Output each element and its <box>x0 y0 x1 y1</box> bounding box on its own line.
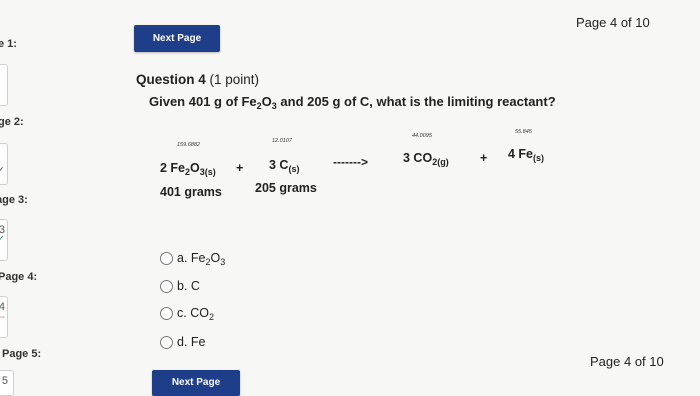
check-icon: ✓ <box>0 165 5 177</box>
molar-mass-fe2o3: 159.6882 <box>177 142 200 148</box>
reactant-fe2o3: 2 Fe2O3(s) <box>160 161 216 177</box>
molar-mass-co2: 44.0095 <box>412 133 432 139</box>
molar-mass-fe: 55.845 <box>515 129 532 135</box>
question-points: (1 point) <box>205 72 260 87</box>
next-page-button-bottom[interactable]: Next Page <box>152 370 240 396</box>
plus-sign-2: + <box>480 151 488 165</box>
sidebar-box-2[interactable]: ✓ <box>0 143 8 185</box>
question-sidebar: e 1: ge 2: ✓ age 3: 3 ✓ Page 4: 4 -- Pag… <box>0 0 58 396</box>
plus-sign-1: + <box>236 161 244 175</box>
option-c[interactable]: c. CO2 <box>160 306 214 322</box>
sidebar-label-3[interactable]: age 3: <box>0 194 28 206</box>
sidebar-label-1[interactable]: e 1: <box>0 38 17 50</box>
reaction-arrow: -------> <box>333 155 368 169</box>
product-co2: 3 CO2(g) <box>403 151 449 167</box>
sidebar-box-3[interactable]: 3 ✓ <box>0 219 8 261</box>
sidebar-label-4[interactable]: Page 4: <box>0 271 37 283</box>
question-title: Question 4 (1 point) <box>136 72 259 87</box>
eq-part: 2 Fe <box>160 161 186 175</box>
option-c-label: c. CO2 <box>177 306 214 322</box>
option-sub: 3 <box>220 257 226 267</box>
option-text: a. Fe <box>177 251 206 265</box>
eq-sub: 2(g) <box>432 157 449 167</box>
option-b-label: b. C <box>177 279 200 293</box>
next-page-button-top[interactable]: Next Page <box>134 25 220 52</box>
eq-sub: 3(s) <box>199 167 216 177</box>
sidebar-box-5[interactable]: 5 <box>0 370 14 396</box>
page-indicator-bottom: Page 4 of 10 <box>590 354 664 369</box>
eq-part: 3 C <box>269 158 289 172</box>
question-text-part: and 205 g of C, what is the limiting rea… <box>276 94 556 109</box>
question-number: Question 4 <box>136 72 206 87</box>
reactant-c: 3 C(s) <box>269 158 300 174</box>
option-d-label: d. Fe <box>177 335 206 349</box>
eq-part: O <box>190 161 200 175</box>
question-text: Given 401 g of Fe2O3 and 205 g of C, wha… <box>149 94 556 111</box>
option-d[interactable]: d. Fe <box>160 335 206 349</box>
page-indicator-top: Page 4 of 10 <box>576 15 650 30</box>
eq-part: 3 CO <box>403 151 433 165</box>
eq-part: 4 Fe <box>508 147 534 161</box>
question-text-part: O <box>261 94 272 109</box>
sidebar-box-1[interactable] <box>0 64 8 106</box>
radio-option-b[interactable] <box>160 279 173 293</box>
sidebar-box-number: 5 <box>1 375 8 387</box>
check-icon: ✓ <box>0 234 5 245</box>
sidebar-label-2[interactable]: ge 2: <box>0 116 24 128</box>
radio-option-c[interactable] <box>160 306 173 320</box>
option-a-label: a. Fe2O3 <box>177 251 226 267</box>
eq-sub: (s) <box>533 153 545 163</box>
option-sub: 2 <box>208 312 214 322</box>
sidebar-box-4[interactable]: 4 -- <box>0 296 8 338</box>
eq-sub: (s) <box>288 164 300 174</box>
option-b[interactable]: b. C <box>160 279 200 293</box>
mass-c: 205 grams <box>255 181 317 195</box>
molar-mass-c: 12.0107 <box>272 138 292 144</box>
product-fe: 4 Fe(s) <box>508 147 545 163</box>
sidebar-label-5[interactable]: Page 5: <box>2 348 41 360</box>
option-a[interactable]: a. Fe2O3 <box>160 251 226 267</box>
dash-icon: -- <box>0 312 5 323</box>
option-text: O <box>210 251 221 265</box>
question-text-part: Given 401 g of Fe <box>149 94 257 109</box>
option-text: c. CO <box>177 306 209 320</box>
mass-fe2o3: 401 grams <box>160 185 222 199</box>
radio-option-d[interactable] <box>160 335 173 349</box>
radio-option-a[interactable] <box>160 251 173 265</box>
